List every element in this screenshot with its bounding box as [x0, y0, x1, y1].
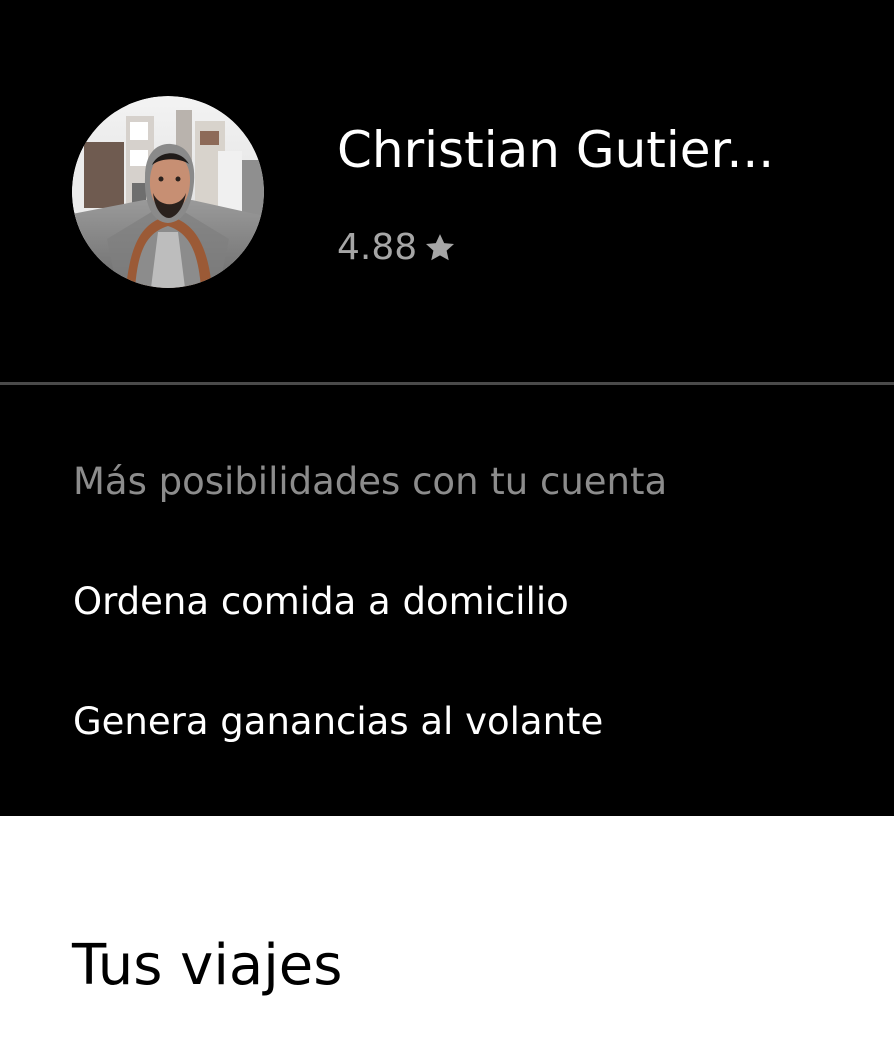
account-panel: Christian Gutier... 4.88 Más posibilidad… — [0, 0, 894, 816]
rating-value: 4.88 — [337, 227, 418, 268]
earn-driving-link[interactable]: Genera ganancias al volante — [73, 685, 853, 757]
user-name: Christian Gutier... — [337, 121, 775, 179]
section-divider — [0, 382, 894, 385]
account-options-title: Más posibilidades con tu cuenta — [73, 460, 668, 503]
rating: 4.88 — [337, 224, 457, 272]
profile-header: Christian Gutier... 4.88 — [0, 0, 894, 383]
order-food-link[interactable]: Ordena comida a domicilio — [73, 565, 853, 637]
star-icon — [426, 234, 455, 261]
trips-title: Tus viajes — [72, 933, 343, 998]
avatar[interactable] — [72, 96, 264, 288]
